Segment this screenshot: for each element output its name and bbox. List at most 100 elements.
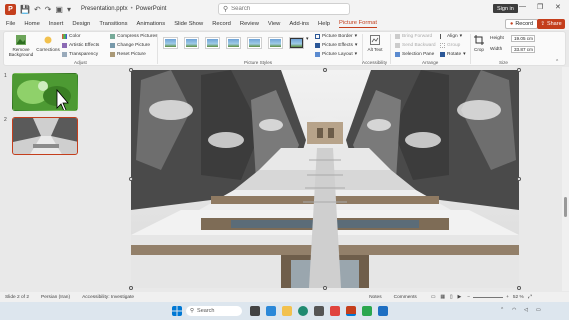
zoom-out-icon[interactable]: − [467,295,470,300]
tab-add-ins[interactable]: Add-ins [289,21,309,27]
styles-more-icon[interactable]: ▾ [306,36,309,42]
tab-view[interactable]: View [268,21,280,27]
restore-button[interactable]: ❐ [537,3,543,11]
vertical-scrollbar[interactable] [562,67,569,291]
app-icon-green[interactable] [362,306,372,316]
task-view-icon[interactable] [250,306,260,316]
resize-handle-bottom-left[interactable] [129,286,133,290]
picture-style-7[interactable] [289,37,304,49]
widgets-icon[interactable] [266,306,276,316]
slide-1-preview-image [13,74,77,110]
file-explorer-icon[interactable] [282,306,292,316]
picture-style-2[interactable] [184,37,199,49]
scrollbar-thumb[interactable] [564,197,567,217]
tab-animations[interactable]: Animations [137,21,166,27]
tab-home[interactable]: Home [24,21,39,27]
picture-style-3[interactable] [205,37,220,49]
ribbon-collapse-icon[interactable]: ⌃ [555,59,559,65]
picture-style-1[interactable] [163,37,178,49]
slide-sorter-icon[interactable]: ▦ [440,295,445,300]
tray-chevron-icon[interactable]: ⌃ [500,308,504,313]
resize-handle-top[interactable] [323,68,327,72]
send-backward-button[interactable]: Send Backward [395,43,436,48]
remove-background-button[interactable]: Remove Background [8,34,34,58]
artistic-effects-button[interactable]: Artistic Effects [62,43,99,48]
selection-pane-button[interactable]: Selection Pane [395,52,434,57]
change-picture-button[interactable]: Change Picture [110,43,150,48]
width-field[interactable]: 33.87 cm [511,46,535,53]
search-input[interactable] [231,6,342,12]
alt-text-button[interactable]: Alt Text [365,34,385,52]
resize-handle-bottom-right[interactable] [517,286,521,290]
slide-thumbnail-2[interactable] [12,117,78,155]
tab-slide-show[interactable]: Slide Show [174,21,203,27]
edge-browser-icon[interactable] [298,306,308,316]
normal-view-icon[interactable]: ▭ [431,295,436,300]
accessibility-status[interactable]: Accessibility: Investigate [82,295,134,300]
resize-handle-right[interactable] [517,177,521,181]
tab-help[interactable]: Help [318,21,330,27]
compress-pictures-button[interactable]: Compress Pictures [110,34,158,39]
record-icon: ● [510,21,514,27]
undo-icon[interactable]: ↶ [34,5,41,14]
picture-style-4[interactable] [226,37,241,49]
tab-insert[interactable]: Insert [49,21,64,27]
resize-handle-top-right[interactable] [517,68,521,72]
tab-transitions[interactable]: Transitions [99,21,127,27]
battery-icon[interactable]: ▭ [536,308,541,313]
rotate-button[interactable]: Rotate ▾ [440,52,466,57]
save-icon[interactable]: 💾 [20,5,30,14]
resize-handle-left[interactable] [129,177,133,181]
picture-style-6[interactable] [268,37,283,49]
notes-button[interactable]: Notes [369,295,382,300]
app-icon-red[interactable] [330,306,340,316]
comments-button[interactable]: Comments [394,295,417,300]
bring-forward-button[interactable]: Bring Forward [395,34,432,39]
height-field[interactable]: 19.05 cm [511,35,535,42]
app-icon-blue[interactable] [378,306,388,316]
windows-start-icon[interactable] [172,306,182,316]
volume-icon[interactable]: ◁ [524,308,528,313]
search-box[interactable]: ⚲ [218,3,350,15]
transparency-button[interactable]: Transparency [62,52,98,57]
crop-button[interactable]: Crop [472,34,486,52]
crop-icon [474,35,484,45]
zoom-slider[interactable] [473,296,504,298]
store-icon[interactable] [314,306,324,316]
align-button[interactable]: Align ▾ [440,34,462,39]
zoom-in-icon[interactable]: + [506,295,509,300]
resize-handle-bottom[interactable] [323,286,327,290]
reset-picture-button[interactable]: Reset Picture [110,52,146,57]
customize-chevron-icon[interactable]: ▾ [67,5,71,14]
tab-record[interactable]: Record [212,21,231,27]
minimize-button[interactable]: — [519,3,526,10]
picture-border-button[interactable]: Picture Border ▾ [315,34,357,39]
fit-to-window-icon[interactable]: ⤢ [528,294,532,300]
picture-effects-button[interactable]: Picture Effects ▾ [315,43,357,48]
close-button[interactable]: ✕ [555,3,561,11]
present-icon[interactable]: ▣ [55,5,63,14]
slideshow-view-icon[interactable]: ▶ [458,295,462,300]
reading-view-icon[interactable]: ▯ [450,295,453,300]
taskbar-search[interactable]: ⚲ Search [186,306,242,316]
picture-layout-button[interactable]: Picture Layout ▾ [315,52,357,57]
wifi-icon[interactable]: ◠ [512,308,516,313]
powerpoint-taskbar-icon[interactable] [346,306,356,316]
tab-picture-format[interactable]: Picture Format [338,20,377,28]
tab-file[interactable]: File [6,21,15,27]
sign-in-button[interactable]: Sign in [493,4,518,13]
resize-handle-top-left[interactable] [129,68,133,72]
language-indicator[interactable]: Persian (Iran) [41,295,70,300]
redo-icon[interactable]: ↷ [45,5,52,14]
corrections-button[interactable]: Corrections [36,34,60,52]
tab-design[interactable]: Design [72,21,90,27]
group-button[interactable]: Group [440,43,460,48]
share-button[interactable]: ⇪ Share [537,19,565,29]
picture-style-5[interactable] [247,37,262,49]
zoom-level[interactable]: 52 % [513,295,524,300]
color-button[interactable]: Color [62,34,80,39]
slide-picture[interactable] [131,70,519,288]
record-button[interactable]: ● Record [505,19,539,29]
tab-review[interactable]: Review [240,21,259,27]
slide-thumbnail-1[interactable] [12,73,78,111]
